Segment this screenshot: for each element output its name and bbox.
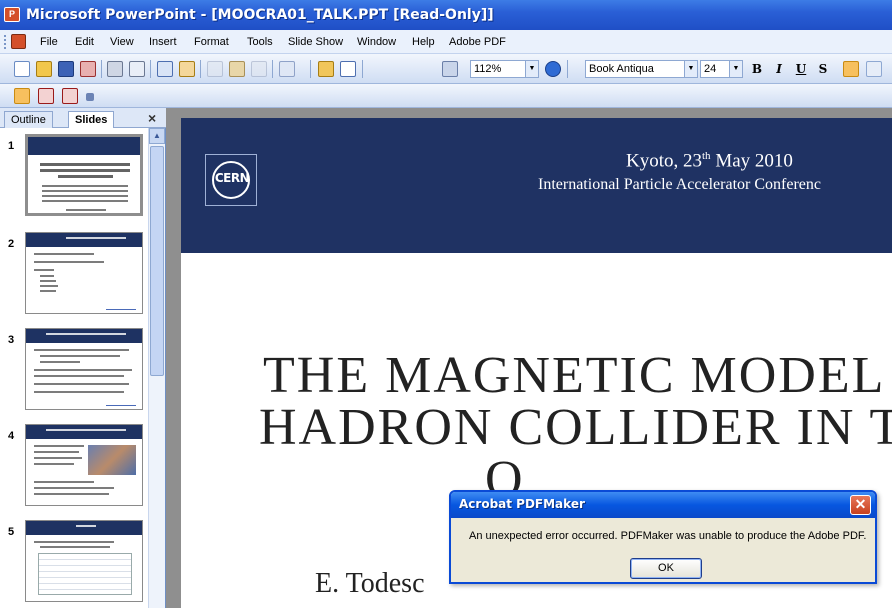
menu-grip-handle[interactable]	[4, 35, 7, 49]
font-name-combo[interactable]: Book Antiqua	[585, 60, 685, 78]
permission-icon[interactable]	[80, 61, 96, 77]
help-icon[interactable]	[545, 61, 561, 77]
ok-button[interactable]: OK	[630, 558, 702, 579]
toolbar-options-icon[interactable]	[86, 93, 94, 101]
slide-thumbnail-2[interactable]	[25, 232, 143, 314]
menu-slide-show[interactable]: Slide Show	[288, 36, 343, 48]
thumbnail-scrollbar[interactable]: ▲	[148, 128, 165, 608]
slide-thumbnail-1[interactable]	[25, 134, 143, 216]
insert-table-icon[interactable]	[340, 61, 356, 77]
pdfmaker-error-dialog: Acrobat PDFMaker ✕ An unexpected error o…	[449, 490, 877, 584]
window-title: Microsoft PowerPoint - [MOOCRA01_TALK.PP…	[26, 7, 494, 23]
pane-tabs: Outline Slides ×	[0, 108, 166, 129]
slide-thumbnail-5[interactable]	[25, 520, 143, 602]
new-icon[interactable]	[14, 61, 30, 77]
scroll-thumb[interactable]	[150, 146, 164, 376]
center-align-icon[interactable]	[866, 61, 882, 77]
font-size-dropdown-icon[interactable]: ▼	[730, 60, 743, 78]
menu-view[interactable]: View	[110, 36, 134, 48]
font-size-combo[interactable]: 24	[700, 60, 730, 78]
slide-header-band: CERN Kyoto, 23th May 2010 International …	[181, 118, 892, 253]
convert-and-review-icon[interactable]	[62, 88, 78, 104]
document-icon[interactable]	[11, 34, 26, 49]
slides-pane: Outline Slides × 1 2 3 4 5 ▲	[0, 108, 166, 608]
close-icon[interactable]: ×	[148, 110, 156, 126]
menu-bar: File Edit View Insert Format Tools Slide…	[0, 30, 892, 54]
tab-outline[interactable]: Outline	[4, 111, 53, 128]
cern-logo-text: CERN	[214, 171, 250, 185]
open-icon[interactable]	[36, 61, 52, 77]
zoom-combo[interactable]: 112%	[470, 60, 526, 78]
zoom-dropdown-icon[interactable]: ▼	[526, 60, 539, 78]
menu-edit[interactable]: Edit	[75, 36, 94, 48]
undo-icon[interactable]	[279, 61, 295, 77]
toolbar-separator	[310, 60, 311, 78]
convert-to-pdf-icon[interactable]	[14, 88, 30, 104]
spelling-icon[interactable]	[157, 61, 173, 77]
dialog-message: An unexpected error occurred. PDFMaker w…	[469, 530, 867, 542]
slide-number: 1	[8, 140, 15, 152]
title-bar: P Microsoft PowerPoint - [MOOCRA01_TALK.…	[0, 0, 892, 30]
save-icon[interactable]	[58, 61, 74, 77]
toolbar-separator	[150, 60, 151, 78]
powerpoint-app-icon[interactable]: P	[4, 7, 20, 22]
toolbar-separator	[101, 60, 102, 78]
slide-author: E. Todesc	[315, 568, 425, 599]
close-icon[interactable]: ✕	[850, 495, 871, 515]
cern-logo: CERN	[205, 154, 257, 206]
dialog-title: Acrobat PDFMaker	[459, 497, 585, 511]
menu-window[interactable]: Window	[357, 36, 396, 48]
menu-format[interactable]: Format	[194, 36, 229, 48]
standard-toolbar: 112% ▼ Book Antiqua ▼ 24 ▼ B I U S	[0, 54, 892, 84]
align-left-icon[interactable]	[843, 61, 859, 77]
convert-and-email-icon[interactable]	[38, 88, 54, 104]
font-dropdown-icon[interactable]: ▼	[685, 60, 698, 78]
slide-number: 3	[8, 334, 15, 346]
show-grid-icon[interactable]	[442, 61, 458, 77]
slide-thumbnail-3[interactable]	[25, 328, 143, 410]
toolbar-separator	[567, 60, 568, 78]
slide-title: THE MAGNETIC MODEL OF HADRON COLLIDER IN…	[259, 347, 892, 506]
insert-chart-icon[interactable]	[318, 61, 334, 77]
slide-number: 4	[8, 430, 15, 442]
slide-number: 2	[8, 238, 15, 250]
menu-adobe-pdf[interactable]: Adobe PDF	[449, 36, 506, 48]
bold-button[interactable]: B	[748, 61, 766, 78]
menu-insert[interactable]: Insert	[149, 36, 177, 48]
slide-thumbnails: 1 2 3 4 5	[0, 128, 148, 608]
scroll-up-icon[interactable]: ▲	[149, 128, 165, 144]
slide-number: 5	[8, 526, 15, 538]
slide-title-line: HADRON COLLIDER IN THE	[259, 399, 892, 456]
slide-date-line: Kyoto, 23th May 2010	[626, 150, 793, 172]
italic-button[interactable]: I	[770, 61, 788, 78]
shadow-button[interactable]: S	[814, 61, 832, 78]
pdf-toolbar	[0, 84, 892, 108]
slide-thumbnail-4[interactable]	[25, 424, 143, 506]
dialog-title-bar[interactable]: Acrobat PDFMaker ✕	[451, 492, 875, 518]
toolbar-separator	[362, 60, 363, 78]
tab-slides[interactable]: Slides	[68, 111, 115, 129]
underline-button[interactable]: U	[792, 61, 810, 78]
slide-title-line: THE MAGNETIC MODEL OF	[263, 347, 892, 404]
print-icon[interactable]	[107, 61, 123, 77]
paste-icon[interactable]	[229, 61, 245, 77]
print-preview-icon[interactable]	[129, 61, 145, 77]
menu-help[interactable]: Help	[412, 36, 435, 48]
slide-conference-line: International Particle Accelerator Confe…	[538, 176, 821, 193]
menu-tools[interactable]: Tools	[247, 36, 273, 48]
menu-file[interactable]: File	[40, 36, 58, 48]
research-icon[interactable]	[179, 61, 195, 77]
format-painter-icon[interactable]	[251, 61, 267, 77]
toolbar-separator	[272, 60, 273, 78]
toolbar-separator	[200, 60, 201, 78]
cut-icon[interactable]	[207, 61, 223, 77]
